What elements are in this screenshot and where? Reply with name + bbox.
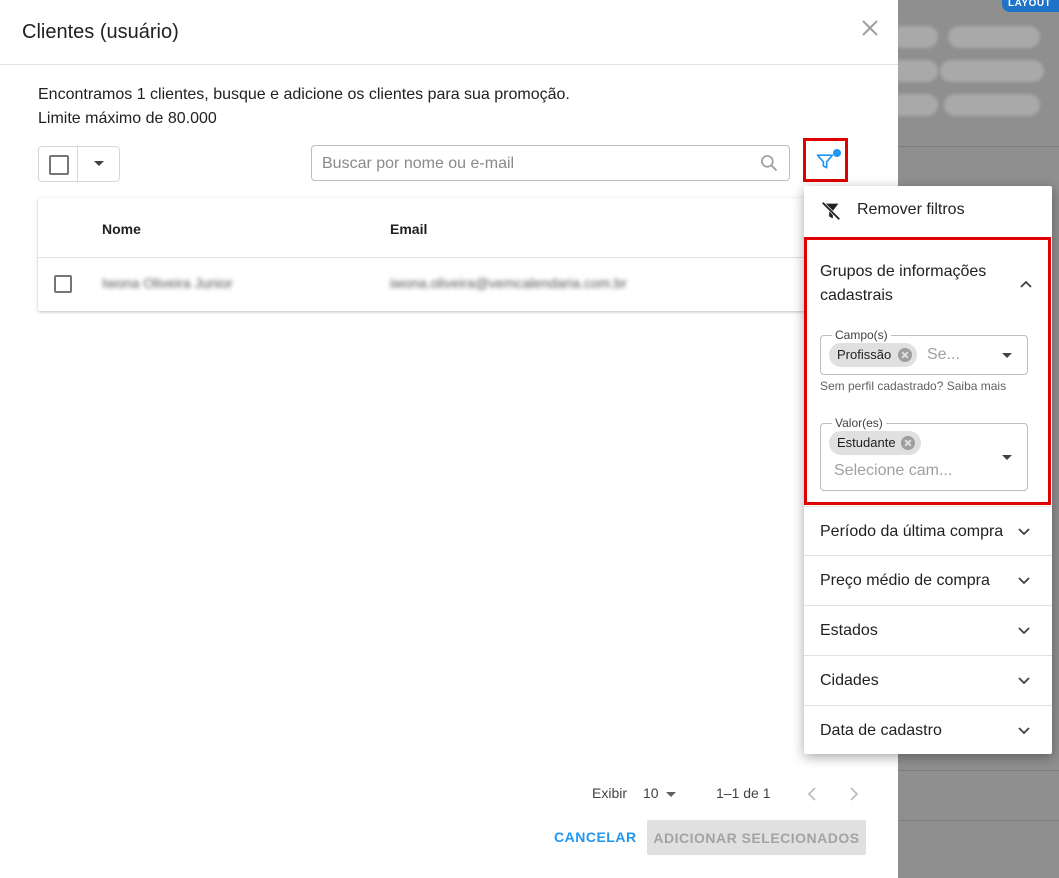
column-header-name: Nome <box>102 221 141 237</box>
chevron-down-icon <box>1018 727 1030 735</box>
chevron-up-icon[interactable] <box>1018 276 1034 292</box>
next-page-icon[interactable] <box>845 785 861 803</box>
column-header-email: Email <box>390 221 428 237</box>
active-filter-dot <box>833 149 841 157</box>
chevron-down-icon <box>1018 528 1030 536</box>
field-chip: Profissão <box>829 343 917 367</box>
section-label: Cidades <box>820 672 879 689</box>
profile-help-link[interactable]: Sem perfil cadastrado? Saiba mais <box>820 379 1006 393</box>
filter-button[interactable] <box>803 138 848 182</box>
section-average-purchase-price[interactable]: Preço médio de compra <box>804 555 1052 605</box>
rows-per-page-label: Exibir <box>592 785 628 801</box>
remove-filters-label: Remover filtros <box>857 201 965 218</box>
section-cities[interactable]: Cidades <box>804 655 1052 705</box>
dialog-title: Clientes (usuário) <box>22 21 179 43</box>
field-chip-label: Profissão <box>837 347 892 362</box>
section-registration-date[interactable]: Data de cadastro <box>804 705 1052 755</box>
value-chip-label: Estudante <box>837 435 896 450</box>
remove-chip-icon[interactable] <box>901 436 915 450</box>
background-divider <box>898 146 1059 147</box>
previous-page-icon[interactable] <box>805 785 821 803</box>
chevron-down-icon <box>1018 627 1030 635</box>
divider <box>77 147 78 181</box>
remove-filters-item[interactable]: Remover filtros <box>804 186 1052 234</box>
fields-placeholder: Se... <box>927 346 960 363</box>
max-limit-text: Limite máximo de 80.000 <box>38 110 217 127</box>
close-icon[interactable] <box>858 16 882 40</box>
background-badge: LAYOUT <box>1002 0 1059 12</box>
registration-info-group: Grupos de informações cadastrais Campo(s… <box>804 237 1051 505</box>
fields-select[interactable]: Campo(s) Profissão Se... <box>820 328 1028 375</box>
cancel-button[interactable]: CANCELAR <box>548 820 640 854</box>
fields-label: Campo(s) <box>832 328 891 342</box>
search-box <box>311 145 790 182</box>
client-email: iwona.oliveira@vemcalendaria.com.br <box>390 275 627 291</box>
rows-per-page-caret-icon[interactable] <box>666 792 676 797</box>
values-label: Valor(es) <box>832 416 886 430</box>
clients-dialog: Clientes (usuário) Encontramos 1 cliente… <box>0 0 898 878</box>
section-label: Preço médio de compra <box>820 572 990 589</box>
section-states[interactable]: Estados <box>804 605 1052 655</box>
results-info: Encontramos 1 clientes, busque e adicion… <box>38 83 570 131</box>
dropdown-caret-icon[interactable] <box>1002 353 1012 358</box>
chevron-down-icon <box>1018 677 1030 685</box>
background-chip <box>944 94 1040 116</box>
remove-chip-icon[interactable] <box>898 348 912 362</box>
search-icon[interactable] <box>759 153 779 173</box>
row-checkbox[interactable] <box>54 275 72 293</box>
divider <box>38 257 858 258</box>
section-label: Período da última compra <box>820 523 1004 540</box>
dropdown-caret-icon[interactable] <box>1002 455 1012 460</box>
chevron-down-icon <box>1018 577 1030 585</box>
value-chip: Estudante <box>829 431 921 455</box>
section-last-purchase-period[interactable]: Período da última compra <box>804 506 1052 556</box>
pagination-range: 1–1 de 1 <box>716 785 771 801</box>
background-chip <box>940 60 1044 82</box>
select-all-control <box>38 146 120 182</box>
search-input[interactable] <box>320 146 754 182</box>
clear-filter-icon <box>821 201 841 221</box>
dialog-header: Clientes (usuário) <box>0 0 898 65</box>
background-divider <box>898 820 1059 821</box>
rows-per-page-select[interactable]: 10 <box>643 785 659 801</box>
group-title[interactable]: Grupos de informações cadastrais <box>820 260 1005 308</box>
select-all-checkbox[interactable] <box>49 155 69 175</box>
filter-menu: Remover filtros Grupos de informações ca… <box>804 186 1052 754</box>
section-label: Data de cadastro <box>820 722 942 739</box>
background-chip <box>948 26 1040 48</box>
add-selected-button[interactable]: ADICIONAR SELECIONADOS <box>647 820 866 855</box>
select-menu-caret-icon[interactable] <box>94 161 104 166</box>
background-divider <box>898 770 1059 771</box>
clients-table: Nome Email Iwona Oliveira Junior iwona.o… <box>38 198 858 311</box>
filter-icon <box>816 154 834 169</box>
values-placeholder: Selecione cam... <box>834 462 953 479</box>
client-name: Iwona Oliveira Junior <box>102 275 233 291</box>
results-count-text: Encontramos 1 clientes, busque e adicion… <box>38 86 570 103</box>
section-label: Estados <box>820 622 878 639</box>
values-select[interactable]: Valor(es) Estudante Selecione cam... <box>820 416 1028 491</box>
